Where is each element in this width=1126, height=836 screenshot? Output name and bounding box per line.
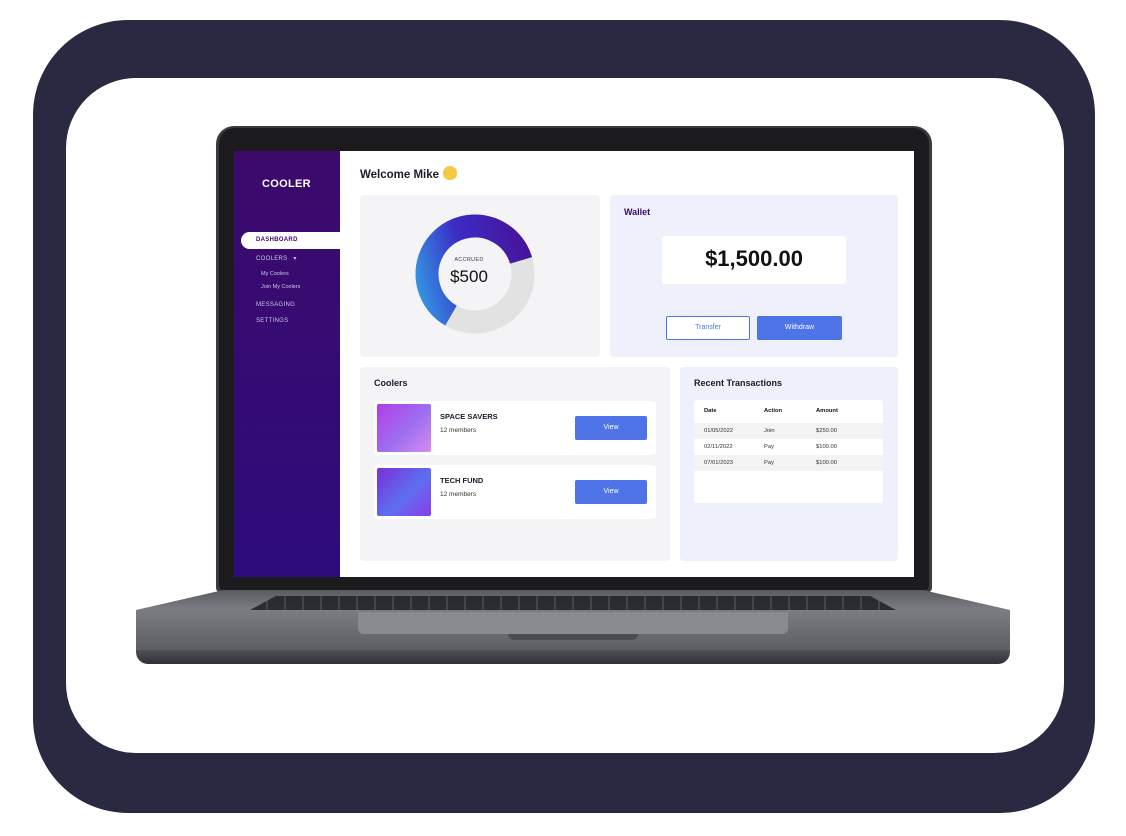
laptop-notch — [508, 634, 638, 640]
sidebar-item-label: DASHBOARD — [256, 237, 298, 243]
sidebar-item-join-my-coolers[interactable]: Join My Coolers — [261, 284, 300, 290]
cooler-thumbnail — [377, 404, 431, 452]
wallet-panel: Wallet $1,500.00 Transfer Withdraw — [610, 195, 898, 357]
column-header-date: Date — [704, 408, 717, 414]
sidebar-item-settings[interactable]: SETTINGS — [256, 318, 288, 324]
laptop-trackpad — [358, 612, 788, 634]
sidebar-item-dashboard[interactable]: DASHBOARD — [241, 232, 341, 249]
cooler-name: SPACE SAVERS — [440, 412, 498, 421]
table-cell-amount: $100.00 — [816, 460, 837, 466]
cooler-card: TECH FUND 12 members View — [374, 465, 656, 519]
view-button[interactable]: View — [575, 416, 647, 440]
sidebar-item-my-coolers[interactable]: My Coolers — [261, 271, 289, 277]
accrued-label: ACCRUED — [454, 257, 484, 263]
wallet-balance-box: $1,500.00 — [662, 236, 846, 284]
table-cell-amount: $100.00 — [816, 444, 837, 450]
sidebar-item-coolers[interactable]: COOLERS ▾ — [256, 255, 297, 262]
transfer-button[interactable]: Transfer — [666, 316, 750, 340]
accrued-panel: ACCRUED $500 — [360, 195, 600, 357]
table-cell-action: Join — [764, 428, 775, 434]
column-header-amount: Amount — [816, 408, 838, 414]
app-logo: COOLER — [262, 178, 311, 190]
view-button[interactable]: View — [575, 480, 647, 504]
wallet-title: Wallet — [624, 207, 651, 217]
laptop-screen: COOLER DASHBOARD COOLERS ▾ My Coolers Jo… — [234, 151, 914, 577]
page-title: Welcome Mike — [360, 166, 458, 181]
table-cell-date: 01/05/2022 — [704, 428, 734, 434]
sidebar-item-messaging[interactable]: MESSAGING — [256, 302, 295, 308]
column-header-action: Action — [764, 408, 783, 414]
laptop-keyboard — [250, 596, 896, 610]
table-cell-action: Pay — [764, 460, 774, 466]
coolers-title: Coolers — [374, 378, 408, 388]
waving-hand-icon — [443, 166, 458, 180]
sidebar-item-label: COOLERS — [256, 256, 288, 262]
table-cell-date: 02/11/2022 — [704, 444, 733, 450]
cooler-members: 12 members — [440, 491, 477, 498]
cooler-name: TECH FUND — [440, 476, 484, 485]
table-cell-action: Pay — [764, 444, 774, 450]
table-cell-amount: $250.00 — [816, 428, 837, 434]
wallet-balance: $1,500.00 — [705, 246, 803, 271]
coolers-panel: Coolers SPACE SAVERS 12 members View TEC… — [360, 367, 670, 561]
table-cell-date: 07/01/2023 — [704, 460, 734, 466]
laptop-base-bottom — [136, 650, 1010, 664]
caret-down-icon: ▾ — [293, 256, 297, 262]
transactions-panel: Recent Transactions Date Action Amount 0… — [680, 367, 898, 561]
welcome-text: Welcome Mike — [360, 169, 440, 181]
cooler-members: 12 members — [440, 427, 477, 434]
withdraw-button[interactable]: Withdraw — [757, 316, 842, 340]
transactions-table: Date Action Amount 01/05/2022 Join $250.… — [694, 400, 883, 503]
sidebar: COOLER DASHBOARD COOLERS ▾ My Coolers Jo… — [234, 151, 341, 577]
cooler-card: SPACE SAVERS 12 members View — [374, 401, 656, 455]
cooler-thumbnail — [377, 468, 431, 516]
transactions-title: Recent Transactions — [694, 378, 783, 388]
accrued-value: $500 — [450, 267, 488, 286]
